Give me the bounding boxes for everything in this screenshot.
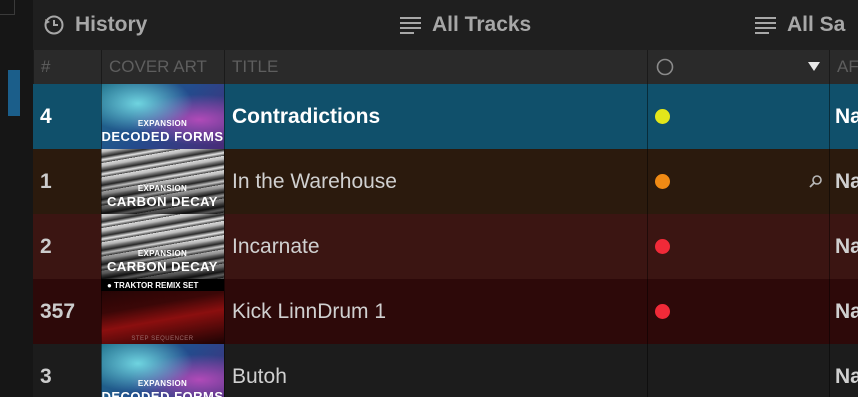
column-separator xyxy=(647,214,648,279)
column-header-color[interactable] xyxy=(647,50,829,84)
column-separator xyxy=(647,149,648,214)
search-icon[interactable] xyxy=(809,174,823,188)
track-number: 2 xyxy=(40,234,52,258)
list-icon xyxy=(400,17,421,34)
column-separator xyxy=(101,149,102,214)
table-row[interactable]: 1 EXPANSION CARBON DECAY In the Warehouse Na xyxy=(33,149,858,214)
cover-art-title: DECODED FORMS xyxy=(101,129,224,144)
column-header-row: # COVER ART TITLE AF xyxy=(33,50,858,84)
gutter-corner xyxy=(0,0,15,15)
column-header-artist[interactable]: AF xyxy=(829,50,858,84)
browser-toolbar: History All Tracks All Sa xyxy=(33,0,858,50)
cover-art: ● TRAKTOR REMIX SET STEP SEQUENCER xyxy=(101,279,224,344)
column-header-title[interactable]: TITLE xyxy=(224,50,647,84)
track-title: Kick LinnDrum 1 xyxy=(232,299,387,323)
column-separator xyxy=(829,84,830,149)
history-button[interactable]: History xyxy=(43,11,147,39)
column-separator xyxy=(101,84,102,149)
track-number: 1 xyxy=(40,169,52,193)
table-row[interactable]: 357 ● TRAKTOR REMIX SET STEP SEQUENCER Kick… xyxy=(33,279,858,344)
column-header-cover-art-label: COVER ART xyxy=(109,57,207,76)
column-header-number-label: # xyxy=(41,57,51,76)
column-separator xyxy=(829,344,830,397)
column-separator xyxy=(829,149,830,214)
table-row[interactable]: 3 EXPANSION DECODED FORMS Butoh Na xyxy=(33,344,858,397)
color-indicator-dot xyxy=(655,239,670,254)
color-dot-cell xyxy=(655,279,685,344)
cover-art-subtitle: EXPANSION xyxy=(137,119,188,128)
column-separator xyxy=(224,149,225,214)
cover-art-logo-text: ● TRAKTOR REMIX SET xyxy=(107,281,199,290)
column-separator xyxy=(224,214,225,279)
cover-art: EXPANSION CARBON DECAY xyxy=(101,149,224,214)
column-separator xyxy=(647,344,648,397)
cover-art: EXPANSION CARBON DECAY xyxy=(101,214,224,279)
all-tracks-button[interactable]: All Tracks xyxy=(400,11,531,39)
track-number: 3 xyxy=(40,364,52,388)
column-header-number[interactable]: # xyxy=(33,50,101,84)
column-separator xyxy=(647,84,648,149)
column-separator xyxy=(101,344,102,397)
column-separator xyxy=(829,279,830,344)
cover-art-title: CARBON DECAY xyxy=(107,259,218,274)
column-separator xyxy=(224,84,225,149)
track-artist: Na xyxy=(835,234,858,258)
column-separator xyxy=(647,279,648,344)
column-separator xyxy=(101,279,102,344)
color-dot-cell xyxy=(655,149,685,214)
cover-art-subtitle: EXPANSION xyxy=(137,249,188,258)
track-artist: Na xyxy=(835,299,858,323)
gutter-selection-marker xyxy=(8,70,20,116)
track-title: In the Warehouse xyxy=(232,169,397,193)
color-dot-cell xyxy=(655,214,685,279)
cover-art-subtitle: EXPANSION xyxy=(137,184,188,193)
color-indicator-dot xyxy=(655,109,670,124)
triangle-down-icon[interactable] xyxy=(808,62,820,72)
list-icon xyxy=(755,17,776,34)
left-gutter xyxy=(0,0,33,397)
track-number: 357 xyxy=(40,299,76,323)
color-indicator-dot xyxy=(655,304,670,319)
track-artist: Na xyxy=(835,104,858,128)
track-artist: Na xyxy=(835,169,858,193)
column-separator xyxy=(101,214,102,279)
column-header-cover-art[interactable]: COVER ART xyxy=(101,50,224,84)
track-title: Contradictions xyxy=(232,104,381,128)
table-row-selected[interactable]: 4 EXPANSION DECODED FORMS Contradictions Na xyxy=(33,84,858,149)
cover-art: EXPANSION DECODED FORMS xyxy=(101,344,224,397)
column-header-title-label: TITLE xyxy=(232,57,279,76)
cover-art-title: DECODED FORMS xyxy=(101,389,224,397)
all-samples-label: All Sa xyxy=(787,13,846,36)
column-separator xyxy=(224,279,225,344)
history-icon xyxy=(44,15,64,35)
all-samples-button[interactable]: All Sa xyxy=(755,11,845,39)
cover-art-subtitle: EXPANSION xyxy=(137,379,188,388)
track-title: Incarnate xyxy=(232,234,320,258)
track-number: 4 xyxy=(40,104,52,128)
cover-art-caption: STEP SEQUENCER xyxy=(131,336,194,342)
circle-icon xyxy=(656,58,674,76)
all-tracks-label: All Tracks xyxy=(432,13,532,36)
color-dot-cell xyxy=(655,84,685,149)
column-header-artist-label: AF xyxy=(837,57,858,76)
table-row[interactable]: 2 EXPANSION CARBON DECAY Incarnate Na xyxy=(33,214,858,279)
color-indicator-dot xyxy=(655,174,670,189)
cover-art-title: CARBON DECAY xyxy=(107,194,218,209)
track-artist: Na xyxy=(835,364,858,388)
column-separator xyxy=(224,344,225,397)
history-label: History xyxy=(75,13,148,36)
track-title: Butoh xyxy=(232,364,287,388)
browser-panel: History All Tracks All Sa # COVER ART TI… xyxy=(33,0,858,397)
column-separator xyxy=(829,214,830,279)
cover-art: EXPANSION DECODED FORMS xyxy=(101,84,224,149)
